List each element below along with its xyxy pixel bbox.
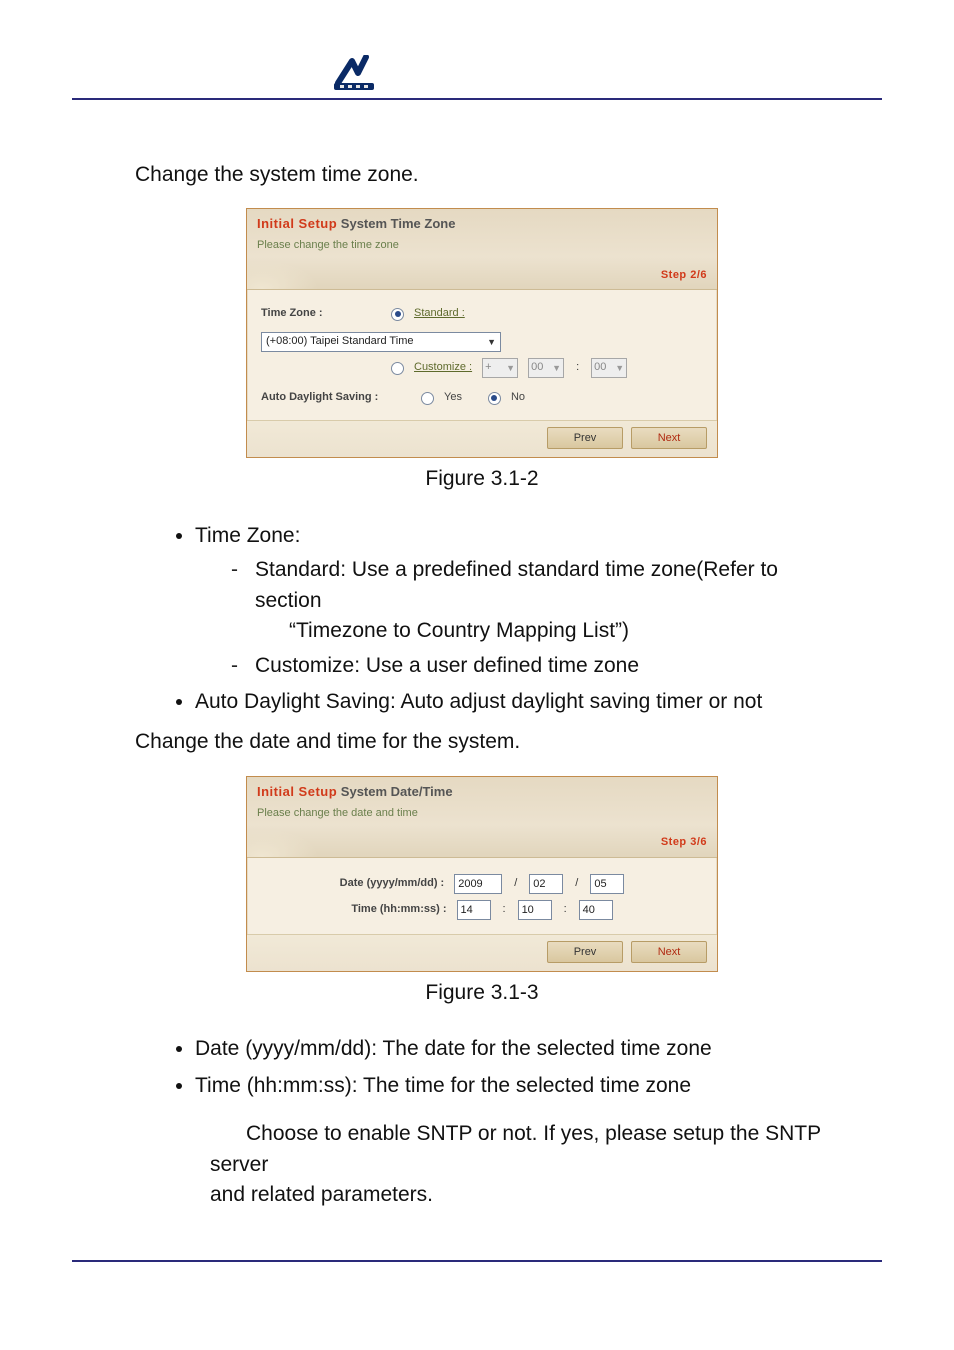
time-hour-input[interactable]: 14	[457, 900, 491, 920]
time-separator: :	[501, 902, 508, 918]
dialog-footer: Prev Next	[247, 934, 717, 971]
timezone-bullets: Time Zone: Standard: Use a predefined st…	[135, 521, 829, 718]
page-header	[72, 0, 882, 100]
bullet-timezone: Time Zone:	[195, 524, 300, 547]
time-second-input[interactable]: 40	[579, 900, 613, 920]
list-item: Customize: Use a user defined time zone	[231, 651, 829, 681]
date-month-input[interactable]: 02	[529, 874, 563, 894]
dialog-header: Initial Setup System Time Zone Please ch…	[247, 209, 717, 290]
time-zone-row: Time Zone : Standard : (+08:00) Taipei S…	[261, 306, 703, 352]
dialog-time-zone: Initial Setup System Time Zone Please ch…	[246, 208, 718, 458]
chevron-down-icon: ▼	[506, 362, 515, 375]
dialog-date-time: Initial Setup System Date/Time Please ch…	[246, 776, 718, 972]
bullet-time: Time (hh:mm:ss): The time for the select…	[195, 1074, 691, 1097]
radio-standard[interactable]	[391, 308, 404, 321]
dialog-body: Time Zone : Standard : (+08:00) Taipei S…	[247, 290, 717, 420]
dialog-header: Initial Setup System Date/Time Please ch…	[247, 777, 717, 858]
time-row: Time (hh:mm:ss) : 14 : 10 : 40	[261, 900, 703, 920]
figure-caption-2: Figure 3.1-3	[135, 978, 829, 1008]
dialog-body: Date (yyyy/mm/dd) : 2009 / 02 / 05 Time …	[247, 858, 717, 934]
dialog-title: Initial Setup System Date/Time	[257, 783, 707, 802]
sntp-line1: Choose to enable SNTP or not. If yes, pl…	[210, 1122, 821, 1175]
date-separator: /	[573, 876, 580, 892]
chevron-down-icon: ▼	[552, 362, 561, 375]
datetime-bullets: Date (yyyy/mm/dd): The date for the sele…	[135, 1034, 829, 1101]
page-footer-rule	[72, 1260, 882, 1262]
list-item: Time Zone: Standard: Use a predefined st…	[195, 521, 829, 681]
list-item: Standard: Use a predefined standard time…	[231, 555, 829, 646]
dialog-title: Initial Setup System Time Zone	[257, 215, 707, 234]
date-row: Date (yyyy/mm/dd) : 2009 / 02 / 05	[261, 874, 703, 894]
customize-sign-select[interactable]: + ▼	[482, 358, 518, 378]
next-button[interactable]: Next	[631, 941, 707, 963]
auto-daylight-row: Auto Daylight Saving : Yes No	[261, 390, 703, 406]
next-button[interactable]: Next	[631, 427, 707, 449]
step-badge: Step 3/6	[661, 835, 707, 851]
list-item: Time (hh:mm:ss): The time for the select…	[195, 1071, 829, 1101]
brand-logo	[330, 55, 384, 93]
figure-caption-1: Figure 3.1-2	[135, 464, 829, 494]
time-zone-label: Time Zone :	[261, 306, 381, 322]
change-datetime-line: Change the date and time for the system.	[135, 727, 829, 757]
bullet-date: Date (yyyy/mm/dd): The date for the sele…	[195, 1037, 712, 1060]
sntp-paragraph: Choose to enable SNTP or not. If yes, pl…	[210, 1119, 829, 1210]
time-separator: :	[562, 902, 569, 918]
customize-hours-select[interactable]: 00 ▼	[528, 358, 564, 378]
chevron-down-icon: ▼	[615, 362, 624, 375]
standard-label: Standard :	[414, 306, 465, 322]
list-item: Auto Daylight Saving: Auto adjust daylig…	[195, 687, 829, 717]
time-separator: :	[574, 360, 581, 376]
standard-time-zone-select[interactable]: (+08:00) Taipei Standard Time ▼	[261, 332, 501, 352]
date-day-input[interactable]: 05	[590, 874, 624, 894]
radio-customize[interactable]	[391, 362, 404, 375]
step-badge: Step 2/6	[661, 268, 707, 284]
prev-button[interactable]: Prev	[547, 427, 623, 449]
intro-line: Change the system time zone.	[135, 160, 829, 190]
bullet-standard-line1: Standard: Use a predefined standard time…	[255, 558, 778, 611]
sntp-line2: and related parameters.	[210, 1183, 433, 1206]
radio-adls-no[interactable]	[488, 392, 501, 405]
chevron-down-icon: ▼	[487, 336, 496, 349]
time-label: Time (hh:mm:ss) :	[351, 902, 446, 918]
customize-label: Customize :	[414, 360, 472, 376]
date-separator: /	[512, 876, 519, 892]
customize-row: Customize : + ▼ 00 ▼ : 00 ▼	[261, 358, 703, 378]
adls-yes-label: Yes	[444, 390, 462, 406]
customize-hours-value: 00	[531, 360, 543, 376]
time-minute-input[interactable]: 10	[518, 900, 552, 920]
list-item: Date (yyyy/mm/dd): The date for the sele…	[195, 1034, 829, 1064]
auto-daylight-label: Auto Daylight Saving :	[261, 390, 411, 406]
date-year-input[interactable]: 2009	[454, 874, 502, 894]
bullet-customize: Customize: Use a user defined time zone	[255, 654, 639, 677]
adls-no-label: No	[511, 390, 525, 406]
dialog-title-accent: Initial Setup	[257, 784, 337, 799]
dialog-title-rest: System Time Zone	[341, 216, 456, 231]
customize-minutes-value: 00	[594, 360, 606, 376]
bullet-standard-line2: “Timezone to Country Mapping List”)	[289, 619, 629, 642]
standard-time-zone-value: (+08:00) Taipei Standard Time	[266, 334, 413, 350]
dialog-header-decoration	[247, 819, 342, 857]
radio-adls-yes[interactable]	[421, 392, 434, 405]
page-content: Change the system time zone. Initial Set…	[0, 100, 954, 1210]
dialog-title-rest: System Date/Time	[341, 784, 453, 799]
timezone-sub-bullets: Standard: Use a predefined standard time…	[195, 555, 829, 681]
dialog-header-decoration	[247, 251, 342, 289]
dialog-footer: Prev Next	[247, 420, 717, 457]
customize-sign-value: +	[485, 360, 491, 376]
dialog-title-accent: Initial Setup	[257, 216, 337, 231]
customize-minutes-select[interactable]: 00 ▼	[591, 358, 627, 378]
prev-button[interactable]: Prev	[547, 941, 623, 963]
date-label: Date (yyyy/mm/dd) :	[340, 876, 445, 892]
bullet-adls: Auto Daylight Saving: Auto adjust daylig…	[195, 690, 762, 713]
